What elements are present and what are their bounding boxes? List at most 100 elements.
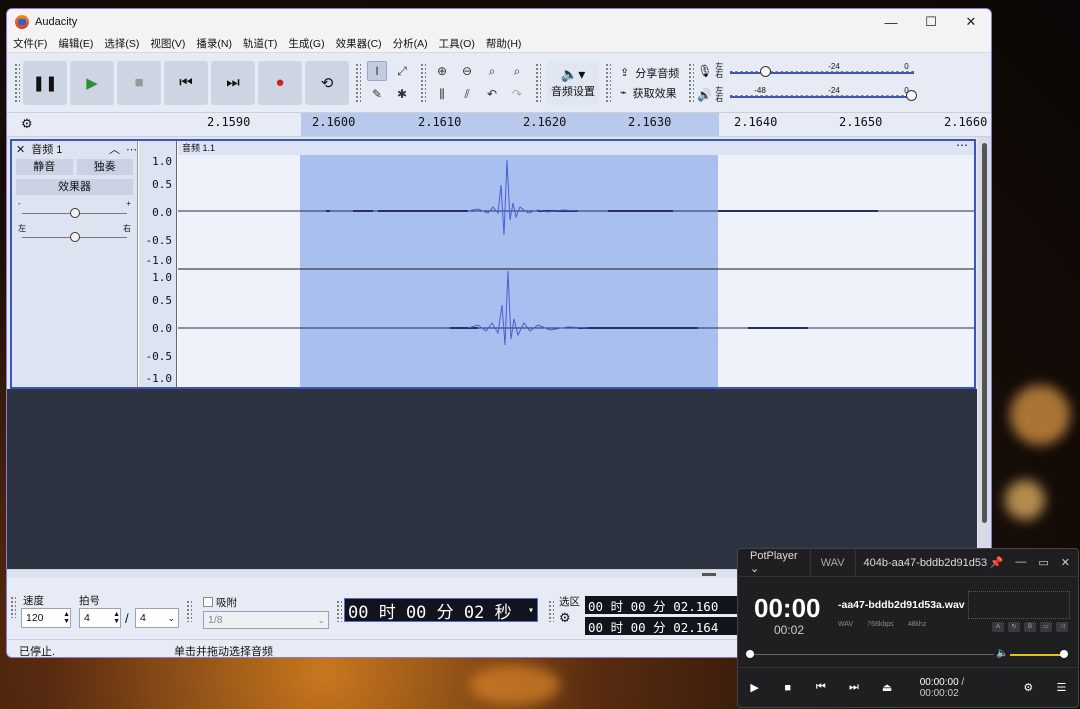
volume-thumb[interactable] [1060,650,1068,658]
time-signature-numerator[interactable]: 4 ▲ ▼ [79,608,121,628]
silence-selection-icon[interactable]: ⫽ [457,84,477,104]
track-menu-icon[interactable]: ⋯ [126,143,137,156]
empty-track-area[interactable] [7,389,977,569]
time-signature-denominator[interactable]: 4 ⌄ [135,608,179,628]
fit-project-icon[interactable]: ⌕ [507,61,527,81]
playback-speaker-icon[interactable]: 🔊 [697,88,715,102]
menu-select[interactable]: 选择(S) [104,36,139,51]
maximize-button[interactable]: ☐ [911,14,951,30]
tempo-input[interactable]: 120 ▲ ▼ [21,608,71,628]
waveform[interactable] [178,155,974,387]
undo-icon[interactable]: ↶ [482,84,502,104]
menu-edit[interactable]: 编辑(E) [58,36,93,51]
minimize-button[interactable]: — [871,15,911,30]
trim-outside-icon[interactable]: ⫼ [432,84,452,104]
toolbar-grip[interactable] [355,62,361,103]
toolbar-grip[interactable] [548,600,554,622]
volume-bar[interactable] [1010,654,1066,656]
menu-help[interactable]: 帮助(H) [486,36,522,51]
toolbar-grip[interactable] [420,62,426,103]
pan-slider[interactable]: 左 右 [18,223,131,247]
shuffle-icon[interactable]: ⤨ [1056,622,1068,632]
eject-icon[interactable]: ⏏ [871,681,904,694]
gain-thumb[interactable] [70,208,80,218]
selection-settings-icon[interactable]: ⚙ [559,610,571,626]
audio-track-icon[interactable]: A [992,622,1004,632]
toolbar-grip[interactable] [336,600,342,622]
clip-menu-icon[interactable]: ⋯ [956,138,968,152]
menu-effect[interactable]: 效果器(C) [336,36,382,51]
playback-volume-slider[interactable] [906,90,918,101]
maximize-icon[interactable]: ▭ [1038,556,1048,569]
draw-tool-icon[interactable]: ✎ [367,84,387,104]
settings-gear-icon[interactable]: ⚙ [1012,681,1045,694]
record-button[interactable]: ● [258,60,302,105]
pause-button[interactable]: ❚❚ [23,60,67,105]
stop-icon[interactable]: ■ [771,682,804,694]
menu-icon[interactable]: ☰ [1045,681,1078,694]
toolbar-grip[interactable] [688,62,695,103]
menu-file[interactable]: 文件(F) [13,36,47,51]
close-icon[interactable]: ✕ [1061,556,1070,569]
loop-button[interactable]: ⟲ [305,60,349,105]
track-name[interactable]: 音频 1 [31,141,103,157]
envelope-tool-icon[interactable]: ⤢ [392,61,412,81]
menu-generate[interactable]: 生成(G) [288,36,324,51]
close-track-icon[interactable]: ✕ [16,143,25,156]
fit-selection-icon[interactable]: ⌕ [482,61,502,81]
menu-transport[interactable]: 播录(N) [196,36,232,51]
snap-select[interactable]: 1/8 ⌄ [203,611,329,629]
subtitle-icon[interactable]: B [1024,622,1036,632]
menu-tools[interactable]: 工具(O) [439,36,475,51]
record-meter[interactable]: 左 右 -24 0 [715,61,915,81]
toolbar-grip[interactable] [186,600,192,622]
skip-start-button[interactable]: ⏮ [164,60,208,105]
toolbar-grip[interactable] [14,62,20,103]
pin-icon[interactable]: 📌 [990,556,1004,569]
mute-button[interactable]: 静音 [16,159,73,175]
clip-header[interactable]: 音频 1.1 ⋯ [178,138,974,155]
screen-icon[interactable]: ▭ [1040,622,1052,632]
toolbar-grip[interactable] [10,596,16,618]
next-icon[interactable]: ⏭ [837,681,870,694]
selection-end[interactable]: 00 时 00 分 02.164 [585,617,737,635]
menu-tracks[interactable]: 轨道(T) [243,36,277,51]
audio-settings-button[interactable]: 🔈▾ 音频设置 [547,60,599,105]
redo-icon[interactable]: ↷ [507,84,527,104]
stop-button[interactable]: ■ [117,60,161,105]
minimize-icon[interactable]: — [1015,556,1026,569]
menu-analyze[interactable]: 分析(A) [393,36,428,51]
previous-icon[interactable]: ⏮ [804,681,837,694]
play-button[interactable]: ▶ [70,60,114,105]
volume-icon[interactable]: 🔈 [996,648,1008,659]
playback-meter[interactable]: 左 右 -48 -24 0 [715,85,918,105]
vertical-scale[interactable]: 1.0 0.5 0.0 -0.5 -1.0 1.0 0.5 0.0 -0.5 -… [139,141,177,387]
skip-end-button[interactable]: ⏭ [211,60,255,105]
pan-thumb[interactable] [70,232,80,242]
selection-tool-icon[interactable]: I [367,61,387,81]
zoom-out-icon[interactable]: ⊖ [457,61,477,81]
numerator-spinner-icon[interactable]: ▲ ▼ [113,611,120,625]
seek-thumb[interactable] [746,650,754,658]
play-icon[interactable]: ▶ [738,681,771,694]
multi-tool-icon[interactable]: ✱ [392,84,412,104]
seek-bar[interactable] [750,654,994,655]
close-button[interactable]: ✕ [951,14,991,30]
microphone-icon[interactable]: 🎙 [697,64,715,78]
toolbar-grip[interactable] [605,62,611,103]
menu-view[interactable]: 视图(V) [150,36,185,51]
selection-start[interactable]: 00 时 00 分 02.160 [585,596,737,614]
record-volume-slider[interactable] [760,66,772,77]
toolbar-grip[interactable] [535,62,541,103]
repeat-icon[interactable]: ↻ [1008,622,1020,632]
timeline-settings-icon[interactable]: ⚙ [21,116,33,132]
timeline-ruler[interactable]: ⚙ 2.1590 2.1600 2.1610 2.1620 2.1630 2.1… [7,113,991,137]
effects-button[interactable]: 效果器 [16,179,133,195]
gain-slider[interactable]: - + [18,199,131,223]
potplayer-menu[interactable]: PotPlayer ⌄ [738,550,810,575]
get-effects-button[interactable]: ⌁ 获取效果 [614,83,685,103]
time-display[interactable]: 00 时 00 分 02 秒 ▾ [344,598,538,623]
zoom-in-icon[interactable]: ⊕ [432,61,452,81]
collapse-icon[interactable]: ︿ [109,141,120,157]
tempo-spinner-icon[interactable]: ▲ ▼ [63,611,70,625]
